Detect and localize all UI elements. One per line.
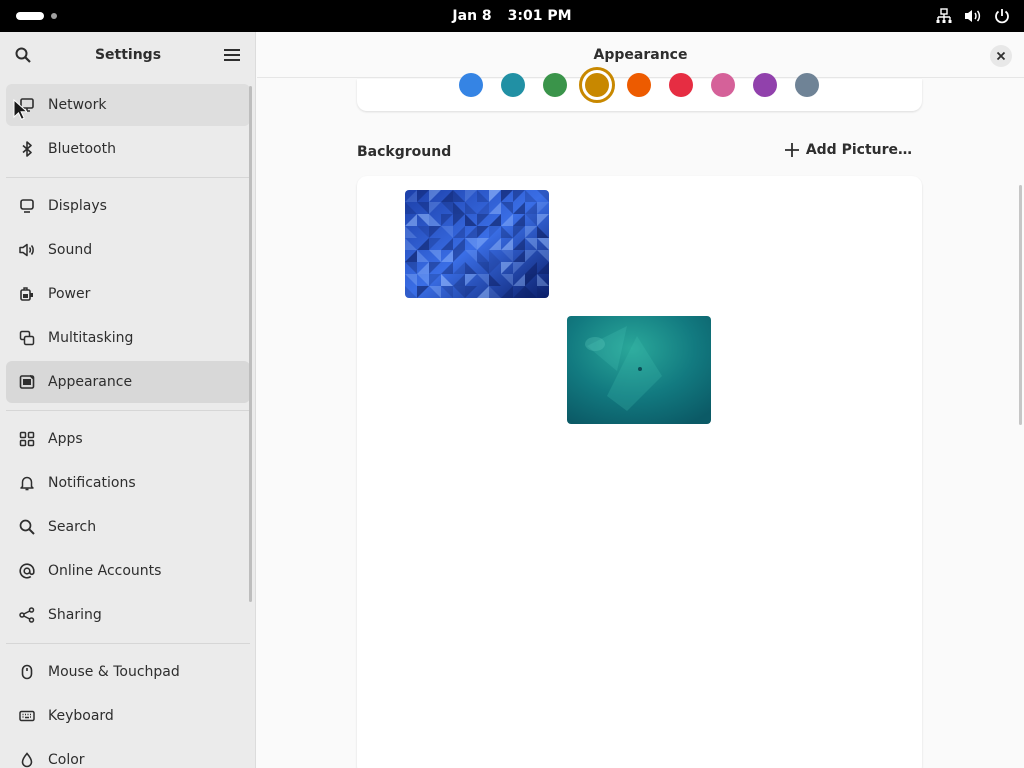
accent-color-swatch[interactable] [579,67,615,103]
sidebar-item-label: Power [48,286,91,302]
sidebar-item-label: Notifications [48,475,136,491]
mouse-icon [18,663,36,681]
accent-color-swatch[interactable] [627,73,651,97]
sidebar-item-label: Online Accounts [48,563,162,579]
close-icon [996,51,1006,61]
sidebar: Settings Network Bluetooth Displays Soun… [0,32,256,768]
main-menu-button[interactable] [219,42,245,68]
sidebar-separator [6,177,250,178]
background-gallery [357,176,922,768]
sidebar-item-sharing[interactable]: Sharing [6,594,250,636]
sidebar-item-label: Multitasking [48,330,134,346]
blue-triangles-wallpaper-image [405,190,549,298]
sidebar-item-label: Displays [48,198,107,214]
sidebar-item-label: Sharing [48,607,102,623]
sidebar-separator [6,410,250,411]
sidebar-title: Settings [94,47,162,63]
power-icon[interactable] [994,8,1010,24]
plus-icon [784,143,799,157]
sidebar-separator [6,643,250,644]
sidebar-item-apps[interactable]: Apps [6,418,250,460]
sidebar-item-color[interactable]: Color [6,739,250,768]
wallpaper-teal-abstract[interactable] [567,316,711,424]
display-icon [18,197,36,215]
sidebar-item-appearance[interactable]: Appearance [6,361,250,403]
sidebar-list: Network Bluetooth Displays Sound Power M… [6,84,250,768]
main-scrollbar[interactable] [1019,185,1022,425]
sidebar-item-mouse-touchpad[interactable]: Mouse & Touchpad [6,651,250,693]
accent-color-swatch[interactable] [753,73,777,97]
sidebar-item-network[interactable]: Network [6,84,250,126]
sidebar-item-label: Apps [48,431,83,447]
bluetooth-icon [18,140,36,158]
accent-color-swatch[interactable] [501,73,525,97]
keyboard-icon [18,707,36,725]
sidebar-item-power[interactable]: Power [6,273,250,315]
multitasking-icon [18,329,36,347]
appearance-icon [18,373,36,391]
volume-icon[interactable] [964,8,982,24]
teal-abstract-wallpaper-image [567,316,711,424]
share-icon [18,606,36,624]
system-tray[interactable] [936,0,1010,32]
add-picture-label: Add Picture… [805,142,912,158]
accent-color-swatch[interactable] [459,73,483,97]
accent-color-swatch[interactable] [711,73,735,97]
close-button[interactable] [990,45,1012,67]
main-panel: Appearance Background Add Picture… [257,32,1024,768]
accent-color-swatch[interactable] [795,73,819,97]
sidebar-item-label: Sound [48,242,93,258]
sound-icon [18,241,36,259]
date-label: Jan 8 [452,8,492,24]
color-icon [18,751,36,768]
apps-icon [18,430,36,448]
background-section-label: Background [357,144,452,160]
at-icon [18,562,36,580]
main-header: Appearance [257,32,1024,78]
bell-icon [18,474,36,492]
sidebar-scrollbar[interactable] [249,86,252,602]
sidebar-item-label: Appearance [48,374,133,390]
sidebar-header: Settings [0,32,255,78]
page-title: Appearance [593,47,688,63]
sidebar-item-online-accounts[interactable]: Online Accounts [6,550,250,592]
wallpaper-blue-triangles[interactable] [405,190,549,298]
clock[interactable]: Jan 8 3:01 PM [0,0,1024,32]
sidebar-item-keyboard[interactable]: Keyboard [6,695,250,737]
sidebar-item-label: Color [48,752,85,768]
sidebar-item-sound[interactable]: Sound [6,229,250,271]
time-label: 3:01 PM [507,8,572,24]
add-picture-button[interactable]: Add Picture… [784,142,912,158]
sidebar-item-multitasking[interactable]: Multitasking [6,317,250,359]
mouse-cursor-icon [13,99,27,120]
accent-color-card [357,67,922,111]
search-icon [18,518,36,536]
sidebar-item-label: Network [48,97,107,113]
sidebar-item-notifications[interactable]: Notifications [6,462,250,504]
sidebar-item-search[interactable]: Search [6,506,250,548]
top-bar: Jan 8 3:01 PM [0,0,1024,32]
hamburger-menu-icon [224,49,240,61]
accent-color-swatch[interactable] [669,73,693,97]
sidebar-item-label: Search [48,519,97,535]
sidebar-item-label: Keyboard [48,708,114,724]
sidebar-item-bluetooth[interactable]: Bluetooth [6,128,250,170]
sidebar-item-label: Mouse & Touchpad [48,664,180,680]
power-icon [18,285,36,303]
sidebar-item-label: Bluetooth [48,141,116,157]
network-icon[interactable] [936,8,952,24]
accent-color-swatch[interactable] [543,73,567,97]
sidebar-item-displays[interactable]: Displays [6,185,250,227]
accent-color-swatch-fill [585,73,609,97]
